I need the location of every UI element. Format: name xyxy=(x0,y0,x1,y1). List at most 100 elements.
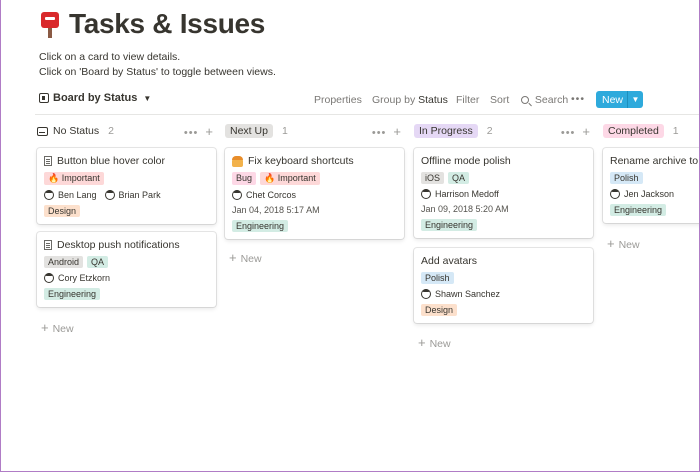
new-button[interactable]: New ▼ xyxy=(596,91,643,108)
tag-engineering: Engineering xyxy=(44,288,101,300)
tag-engineering: Engineering xyxy=(232,220,289,232)
page-title: Tasks & Issues xyxy=(69,8,266,39)
column-completed: Completed 1 Rename archive to t Polish J… xyxy=(603,122,699,251)
person-name: Shawn Sanchez xyxy=(435,289,501,299)
card-people: Cory Etzkorn xyxy=(44,273,209,283)
column-no-status: No Status 2 ••• + Button blue hover color… xyxy=(37,122,218,335)
plus-icon: + xyxy=(41,320,49,335)
group-by-label: Group by xyxy=(372,94,416,106)
person: Brian Park xyxy=(104,190,161,200)
more-icon[interactable]: ••• xyxy=(561,127,576,139)
add-card-label: New xyxy=(240,253,262,265)
document-icon xyxy=(44,156,52,166)
app-frame: Tasks & Issues Click on a card to view d… xyxy=(0,0,700,472)
card-title: Rename archive to t xyxy=(610,155,699,167)
card-title: Button blue hover color xyxy=(44,155,209,167)
tag-engineering: Engineering xyxy=(421,219,478,231)
card-tags-secondary: Design xyxy=(44,205,209,217)
card-desktop-push-notifications[interactable]: Desktop push notifications Android QA Co… xyxy=(37,232,216,307)
column-header[interactable]: Next Up 1 ••• + xyxy=(225,122,406,140)
card-title: Fix keyboard shortcuts xyxy=(232,155,397,167)
tag-design: Design xyxy=(421,304,458,316)
tag-qa: QA xyxy=(448,172,470,184)
card-rename-archive[interactable]: Rename archive to t Polish Jen Jackson E… xyxy=(603,148,699,223)
card-people: Harrison Medoff xyxy=(421,189,586,199)
tag-polish: Polish xyxy=(421,272,454,284)
add-icon[interactable]: + xyxy=(205,124,214,139)
plus-icon: + xyxy=(607,236,615,251)
person: Harrison Medoff xyxy=(421,189,499,199)
add-card-button[interactable]: + New xyxy=(607,236,640,251)
card-date: Jan 09, 2018 5:20 AM xyxy=(421,204,509,214)
column-next-up: Next Up 1 ••• + Fix keyboard shortcuts Bu… xyxy=(225,122,406,265)
avatar-icon xyxy=(104,190,115,200)
column-count: 1 xyxy=(672,125,679,137)
person-name: Chet Corcos xyxy=(246,190,297,200)
properties-button[interactable]: Properties xyxy=(314,94,362,106)
tag-bug: Bug xyxy=(232,172,257,185)
card-tags: iOS QA xyxy=(421,172,586,184)
card-add-avatars[interactable]: Add avatars Polish Shawn Sanchez Design xyxy=(414,248,593,323)
chevron-down-icon[interactable]: ▼ xyxy=(628,95,643,104)
avatar-icon xyxy=(44,273,54,283)
person-name: Harrison Medoff xyxy=(435,189,499,199)
person-name: Brian Park xyxy=(118,190,161,200)
page-description: Click on a card to view details. Click o… xyxy=(39,50,276,80)
card-tags-secondary: Engineering xyxy=(44,288,209,300)
sort-button[interactable]: Sort xyxy=(490,94,509,106)
more-options-button[interactable]: ••• xyxy=(571,93,585,105)
card-tags: Bug 🔥 Important xyxy=(232,172,397,185)
avatar-icon xyxy=(421,189,431,199)
add-card-button[interactable]: + New xyxy=(41,320,74,335)
add-card-button[interactable]: + New xyxy=(229,250,262,265)
add-card-label: New xyxy=(429,338,451,350)
person: Cory Etzkorn xyxy=(44,273,110,283)
column-header[interactable]: In Progress 2 ••• + xyxy=(414,122,595,140)
column-in-progress: In Progress 2 ••• + Offline mode polish i… xyxy=(414,122,595,350)
card-fix-keyboard-shortcuts[interactable]: Fix keyboard shortcuts Bug 🔥 Important C… xyxy=(225,148,404,239)
tag-important: 🔥 Important xyxy=(44,172,104,185)
tag-design: Design xyxy=(44,205,81,217)
add-icon[interactable]: + xyxy=(393,124,402,139)
tag-qa: QA xyxy=(87,256,109,268)
column-count: 2 xyxy=(108,125,114,137)
plus-icon: + xyxy=(418,335,426,350)
card-title: Desktop push notifications xyxy=(44,239,209,251)
search-button[interactable]: Search xyxy=(521,94,568,106)
toolbar: Board by Status ▼ Properties Group by St… xyxy=(1,90,699,112)
card-offline-mode-polish[interactable]: Offline mode polish iOS QA Harrison Medo… xyxy=(414,148,593,238)
card-title-text: Offline mode polish xyxy=(421,155,511,167)
construction-worker-icon xyxy=(232,155,243,167)
column-actions: ••• + xyxy=(372,124,402,139)
view-switcher[interactable]: Board by Status ▼ xyxy=(39,92,151,104)
tag-engineering: Engineering xyxy=(610,204,667,216)
person: Jen Jackson xyxy=(610,189,674,199)
avatar-icon xyxy=(44,190,54,200)
card-tags-secondary: Engineering xyxy=(232,220,397,232)
card-title-text: Fix keyboard shortcuts xyxy=(248,155,354,167)
column-title: In Progress xyxy=(414,124,478,138)
document-icon xyxy=(44,240,52,250)
person-name: Ben Lang xyxy=(58,190,97,200)
more-icon[interactable]: ••• xyxy=(372,127,387,139)
page-header: Tasks & Issues xyxy=(39,8,265,40)
card-people: Ben Lang Brian Park xyxy=(44,190,209,200)
person-name: Cory Etzkorn xyxy=(58,273,111,283)
column-title: Completed xyxy=(603,124,664,138)
column-header[interactable]: No Status 2 ••• + xyxy=(37,122,218,140)
column-title: No Status xyxy=(53,125,100,137)
add-icon[interactable]: + xyxy=(582,124,591,139)
column-count: 2 xyxy=(486,125,493,137)
more-icon[interactable]: ••• xyxy=(184,127,199,139)
avatar-icon xyxy=(232,190,242,200)
card-tags: Android QA xyxy=(44,256,209,268)
board-icon xyxy=(39,93,49,103)
person-name: Jen Jackson xyxy=(624,189,675,199)
inbox-icon xyxy=(37,126,48,136)
filter-button[interactable]: Filter xyxy=(456,94,479,106)
column-header[interactable]: Completed 1 xyxy=(603,122,699,140)
add-card-button[interactable]: + New xyxy=(418,335,451,350)
group-by-button[interactable]: Group by Status xyxy=(372,94,448,106)
card-tags-secondary: Engineering xyxy=(421,219,586,231)
card-button-blue-hover-color[interactable]: Button blue hover color 🔥 Important Ben … xyxy=(37,148,216,224)
